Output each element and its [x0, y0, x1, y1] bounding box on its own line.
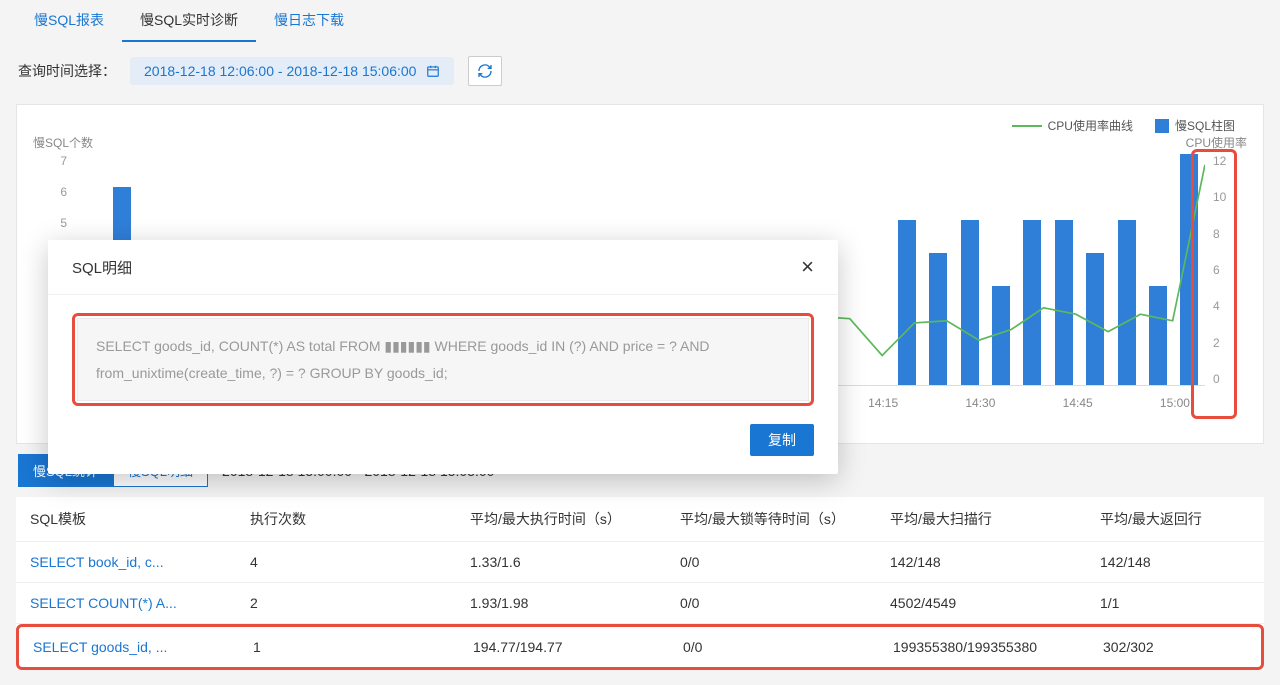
cell: 4502/4549 — [890, 595, 1100, 611]
top-tabs: 慢SQL报表 慢SQL实时诊断 慢日志下载 — [0, 0, 1280, 42]
copy-button[interactable]: 复制 — [750, 424, 814, 456]
left-axis-title: 慢SQL个数 — [33, 134, 93, 151]
legend-cpu-line[interactable]: CPU使用率曲线 — [1012, 117, 1133, 134]
col-avg-max-time[interactable]: 平均/最大执行时间（s） — [470, 509, 680, 529]
col-sql-template[interactable]: SQL模板 — [30, 509, 250, 529]
col-avg-max-lock[interactable]: 平均/最大锁等待时间（s） — [680, 509, 890, 529]
tab-slow-sql-diagnose[interactable]: 慢SQL实时诊断 — [122, 0, 256, 42]
refresh-icon — [477, 63, 493, 79]
table-row-highlighted[interactable]: SELECT goods_id, ... 1 194.77/194.77 0/0… — [16, 624, 1264, 670]
cell: 194.77/194.77 — [473, 639, 683, 655]
modal-title: SQL明细 — [72, 257, 132, 278]
right-axis-title: CPU使用率 — [1186, 134, 1247, 151]
right-axis-ticks: 121086420 — [1213, 154, 1243, 386]
sql-template-link[interactable]: SELECT COUNT(*) A... — [30, 595, 250, 611]
cell: 1 — [253, 639, 473, 655]
calendar-icon — [426, 64, 440, 78]
cell: 1/1 — [1100, 595, 1280, 611]
slow-sql-table: SQL模板 执行次数 平均/最大执行时间（s） 平均/最大锁等待时间（s） 平均… — [16, 497, 1264, 670]
refresh-button[interactable] — [468, 56, 502, 86]
col-avg-max-return[interactable]: 平均/最大返回行 — [1100, 509, 1280, 529]
query-time-label: 查询时间选择： — [18, 61, 116, 81]
sql-detail-text[interactable]: SELECT goods_id, COUNT(*) AS total FROM … — [77, 318, 809, 401]
cell: 142/148 — [890, 554, 1100, 570]
col-avg-max-scan[interactable]: 平均/最大扫描行 — [890, 509, 1100, 529]
cell: 1.33/1.6 — [470, 554, 680, 570]
cell: 0/0 — [680, 554, 890, 570]
query-time-row: 查询时间选择： 2018-12-18 12:06:00 - 2018-12-18… — [0, 42, 1280, 96]
date-range-value: 2018-12-18 12:06:00 - 2018-12-18 15:06:0… — [144, 63, 416, 79]
legend-slow-sql-bar[interactable]: 慢SQL柱图 — [1155, 117, 1235, 134]
cell: 0/0 — [680, 595, 890, 611]
tab-slow-sql-report[interactable]: 慢SQL报表 — [16, 0, 122, 42]
cell: 4 — [250, 554, 470, 570]
cell: 1.93/1.98 — [470, 595, 680, 611]
col-exec-count[interactable]: 执行次数 — [250, 509, 470, 529]
cell: 2 — [250, 595, 470, 611]
sql-template-link[interactable]: SELECT book_id, c... — [30, 554, 250, 570]
chart-legend: CPU使用率曲线 慢SQL柱图 — [17, 117, 1263, 134]
cell: 142/148 — [1100, 554, 1280, 570]
table-row[interactable]: SELECT COUNT(*) A... 2 1.93/1.98 0/0 450… — [16, 583, 1264, 624]
cell: 199355380/199355380 — [893, 639, 1103, 655]
sql-template-link[interactable]: SELECT goods_id, ... — [33, 639, 253, 655]
cell: 302/302 — [1103, 639, 1280, 655]
date-range-picker[interactable]: 2018-12-18 12:06:00 - 2018-12-18 15:06:0… — [130, 57, 454, 85]
sql-highlight-box: SELECT goods_id, COUNT(*) AS total FROM … — [72, 313, 814, 406]
tab-slow-log-download[interactable]: 慢日志下载 — [256, 0, 362, 42]
cell: 0/0 — [683, 639, 893, 655]
table-row[interactable]: SELECT book_id, c... 4 1.33/1.6 0/0 142/… — [16, 542, 1264, 583]
table-header: SQL模板 执行次数 平均/最大执行时间（s） 平均/最大锁等待时间（s） 平均… — [16, 497, 1264, 542]
close-icon[interactable]: × — [801, 256, 814, 278]
sql-detail-modal: SQL明细 × SELECT goods_id, COUNT(*) AS tot… — [48, 240, 838, 474]
